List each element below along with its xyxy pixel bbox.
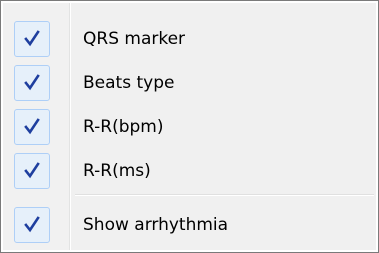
check-indicator xyxy=(14,65,50,101)
menu-item-rr-ms[interactable]: R-R(ms) xyxy=(3,149,376,193)
checkmark-icon xyxy=(24,162,40,179)
check-indicator xyxy=(14,21,50,57)
check-indicator xyxy=(14,207,50,243)
checkmark-icon xyxy=(24,118,40,135)
check-indicator xyxy=(14,109,50,145)
checkmark-icon xyxy=(24,30,40,47)
context-menu: QRS marker Beats type R-R(bpm) R-R(ms) S… xyxy=(0,0,379,253)
check-indicator xyxy=(14,153,50,189)
menu-item-label: Show arrhythmia xyxy=(83,215,229,235)
menu-item-rr-bpm[interactable]: R-R(bpm) xyxy=(3,105,376,149)
menu-item-label: R-R(ms) xyxy=(83,161,151,181)
checkmark-icon xyxy=(24,74,40,91)
menu-item-beats-type[interactable]: Beats type xyxy=(3,61,376,105)
checkmark-icon xyxy=(24,216,40,233)
menu-body: QRS marker Beats type R-R(bpm) R-R(ms) S… xyxy=(3,3,376,250)
menu-separator-highlight xyxy=(75,195,374,196)
menu-item-label: R-R(bpm) xyxy=(83,117,164,137)
menu-item-label: Beats type xyxy=(83,73,175,93)
menu-item-qrs-marker[interactable]: QRS marker xyxy=(3,17,376,61)
menu-item-label: QRS marker xyxy=(83,29,186,49)
menu-item-show-arrhythmia[interactable]: Show arrhythmia xyxy=(3,203,376,247)
